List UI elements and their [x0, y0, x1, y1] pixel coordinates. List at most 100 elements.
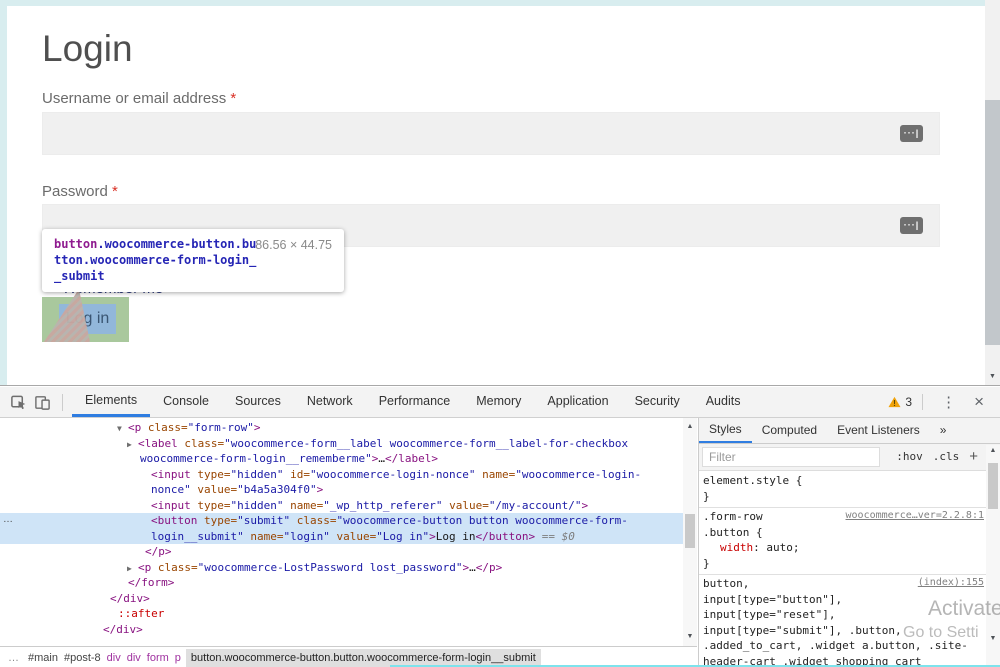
activate-watermark-line1: Activate [928, 597, 1000, 621]
code-segment: woocommerce-form-login__rememberme" [140, 452, 372, 465]
dom-tree-line[interactable]: </form> [0, 575, 683, 591]
breadcrumb-item-selected[interactable]: button.woocommerce-button.button.woocomm… [186, 649, 541, 667]
required-mark: * [230, 90, 236, 107]
stylesheet-source-link[interactable]: (index):155 [918, 577, 984, 588]
username-label: Username or email address * [42, 90, 236, 107]
styles-scrollbar-thumb[interactable] [988, 463, 998, 509]
styles-tab-computed[interactable]: Computed [752, 418, 827, 443]
styles-tab--[interactable]: » [930, 418, 957, 443]
dom-tree-line[interactable]: ::after [0, 606, 683, 622]
devtools-tab-console[interactable]: Console [150, 387, 222, 417]
username-input[interactable]: ···| [42, 112, 940, 155]
breadcrumb-item[interactable]: #post-8 [64, 652, 101, 664]
inspect-tooltip: button.woocommerce-button.button.woocomm… [42, 229, 344, 292]
css-rule-line[interactable]: } [703, 556, 983, 572]
warning-count[interactable]: 3 [905, 395, 912, 409]
scroll-up-icon[interactable]: ▲ [683, 420, 697, 434]
dom-tree-line[interactable]: ▼<p class="form-row"> [0, 420, 683, 436]
dom-tree-line-selected[interactable]: <button type="submit" class="woocommerce… [0, 513, 683, 529]
more-menu-icon[interactable]: ⋮ [941, 393, 956, 411]
devtools-tab-audits[interactable]: Audits [693, 387, 754, 417]
devtools-tab-elements[interactable]: Elements [72, 387, 150, 417]
styles-tab-event-listeners[interactable]: Event Listeners [827, 418, 930, 443]
code-segment: ::after [118, 607, 164, 620]
page-scrollbar-down-icon[interactable]: ▼ [985, 368, 1000, 385]
stylesheet-source-link[interactable]: woocommerce…ver=2.2.8:1 [846, 510, 984, 521]
code-segment: > [582, 499, 589, 512]
page-scrollbar[interactable]: ▼ [985, 0, 1000, 385]
page-scrollbar-thumb[interactable] [985, 100, 1000, 345]
device-toolbar-icon[interactable] [34, 394, 51, 411]
code-segment: class= [290, 514, 336, 527]
breadcrumb-item[interactable]: form [147, 652, 169, 664]
dom-tree-line[interactable]: ▶<p class="woocommerce-LostPassword lost… [0, 560, 683, 576]
autofill-icon[interactable]: ···| [900, 217, 923, 234]
dom-tree-line[interactable]: <input type="hidden" name="_wp_http_refe… [0, 498, 683, 514]
dom-tree-line[interactable]: nonce" value="b4a5a304f0"> [0, 482, 683, 498]
css-rule-line[interactable]: .button { [703, 525, 983, 541]
breadcrumb-item[interactable]: div [107, 652, 121, 664]
code-segment: "hidden" [231, 499, 284, 512]
code-segment: "submit" [237, 514, 290, 527]
gutter-marker[interactable]: … [3, 514, 13, 525]
code-segment: <label [138, 437, 178, 450]
code-segment: name= [283, 499, 323, 512]
dom-tree-line-selected[interactable]: login__submit" name="login" value="Log i… [0, 529, 683, 545]
devtools-tab-sources[interactable]: Sources [222, 387, 294, 417]
dom-tree-line[interactable]: </p> [0, 544, 683, 560]
dom-tree-line[interactable]: ▶<label class="woocommerce-form__label w… [0, 436, 683, 452]
css-rule-line[interactable]: width: auto; [703, 540, 983, 556]
breadcrumb-item[interactable]: div [127, 652, 141, 664]
inspect-element-icon[interactable] [10, 394, 27, 411]
css-rule-section: woocommerce…ver=2.2.8:1.form-row.button … [699, 508, 987, 575]
new-style-rule-button[interactable]: + [969, 448, 978, 465]
code-segment: "woocommerce-button button woocommerce-f… [336, 514, 627, 527]
breadcrumb-item[interactable]: p [175, 652, 181, 664]
dom-tree-line[interactable]: <input type="hidden" id="woocommerce-log… [0, 467, 683, 483]
tree-expand-icon[interactable]: ▶ [127, 437, 138, 453]
devtools-tab-security[interactable]: Security [622, 387, 693, 417]
css-rule-line[interactable]: } [703, 489, 983, 505]
class-toggle-button[interactable]: .cls [933, 450, 960, 463]
pseudo-state-button[interactable]: :hov [896, 450, 923, 463]
styles-scrollbar[interactable]: ▲ ▼ [986, 445, 1000, 667]
devtools-tab-performance[interactable]: Performance [366, 387, 464, 417]
breadcrumb-item[interactable]: #main [28, 652, 58, 664]
password-label: Password * [42, 183, 118, 200]
styles-tab-styles[interactable]: Styles [699, 418, 752, 443]
login-button[interactable]: Log in [42, 297, 129, 342]
devtools-tab-network[interactable]: Network [294, 387, 366, 417]
code-segment: type= [191, 468, 231, 481]
css-rule-line[interactable]: element.style { [703, 473, 983, 489]
tooltip-dimensions: 86.56 × 44.75 [255, 238, 332, 252]
dom-tree-line[interactable]: woocommerce-form-login__rememberme">…</l… [0, 451, 683, 467]
scroll-up-icon[interactable]: ▲ [986, 447, 1000, 459]
code-segment: <input [151, 468, 191, 481]
styles-filter-row: :hov .cls + [699, 444, 1000, 471]
code-segment: "woocommerce-form__label woocommerce-for… [224, 437, 628, 450]
dom-tree-line[interactable]: </div> [0, 622, 683, 638]
devtools-tab-application[interactable]: Application [534, 387, 621, 417]
css-property-name[interactable]: width [720, 541, 753, 554]
code-segment: nonce" [151, 483, 191, 496]
breadcrumb-item[interactable]: … [8, 652, 19, 664]
code-segment: </div> [103, 623, 143, 636]
css-property-value[interactable]: : auto; [753, 541, 799, 554]
scroll-down-icon[interactable]: ▼ [683, 630, 697, 644]
css-rule-section: (index):155button,input[type="button"],i… [699, 575, 987, 667]
scroll-down-icon[interactable]: ▼ [986, 635, 1000, 647]
devtools-toolbar: ElementsConsoleSourcesNetworkPerformance… [0, 387, 1000, 418]
tree-expand-icon[interactable]: ▶ [127, 561, 138, 577]
code-segment: "woocommerce-login- [515, 468, 641, 481]
autofill-icon[interactable]: ···| [900, 125, 923, 142]
close-devtools-icon[interactable]: × [974, 392, 984, 412]
elements-scrollbar[interactable]: ▲ ▼ [683, 418, 697, 646]
devtools-tab-memory[interactable]: Memory [463, 387, 534, 417]
tree-expand-icon[interactable]: ▼ [117, 421, 128, 437]
code-segment: value= [330, 530, 376, 543]
warning-icon[interactable]: ! [888, 396, 901, 408]
styles-filter-input[interactable] [702, 447, 880, 467]
page-edge-top [0, 0, 985, 6]
elements-scrollbar-thumb[interactable] [685, 514, 695, 548]
dom-tree-line[interactable]: </div> [0, 591, 683, 607]
